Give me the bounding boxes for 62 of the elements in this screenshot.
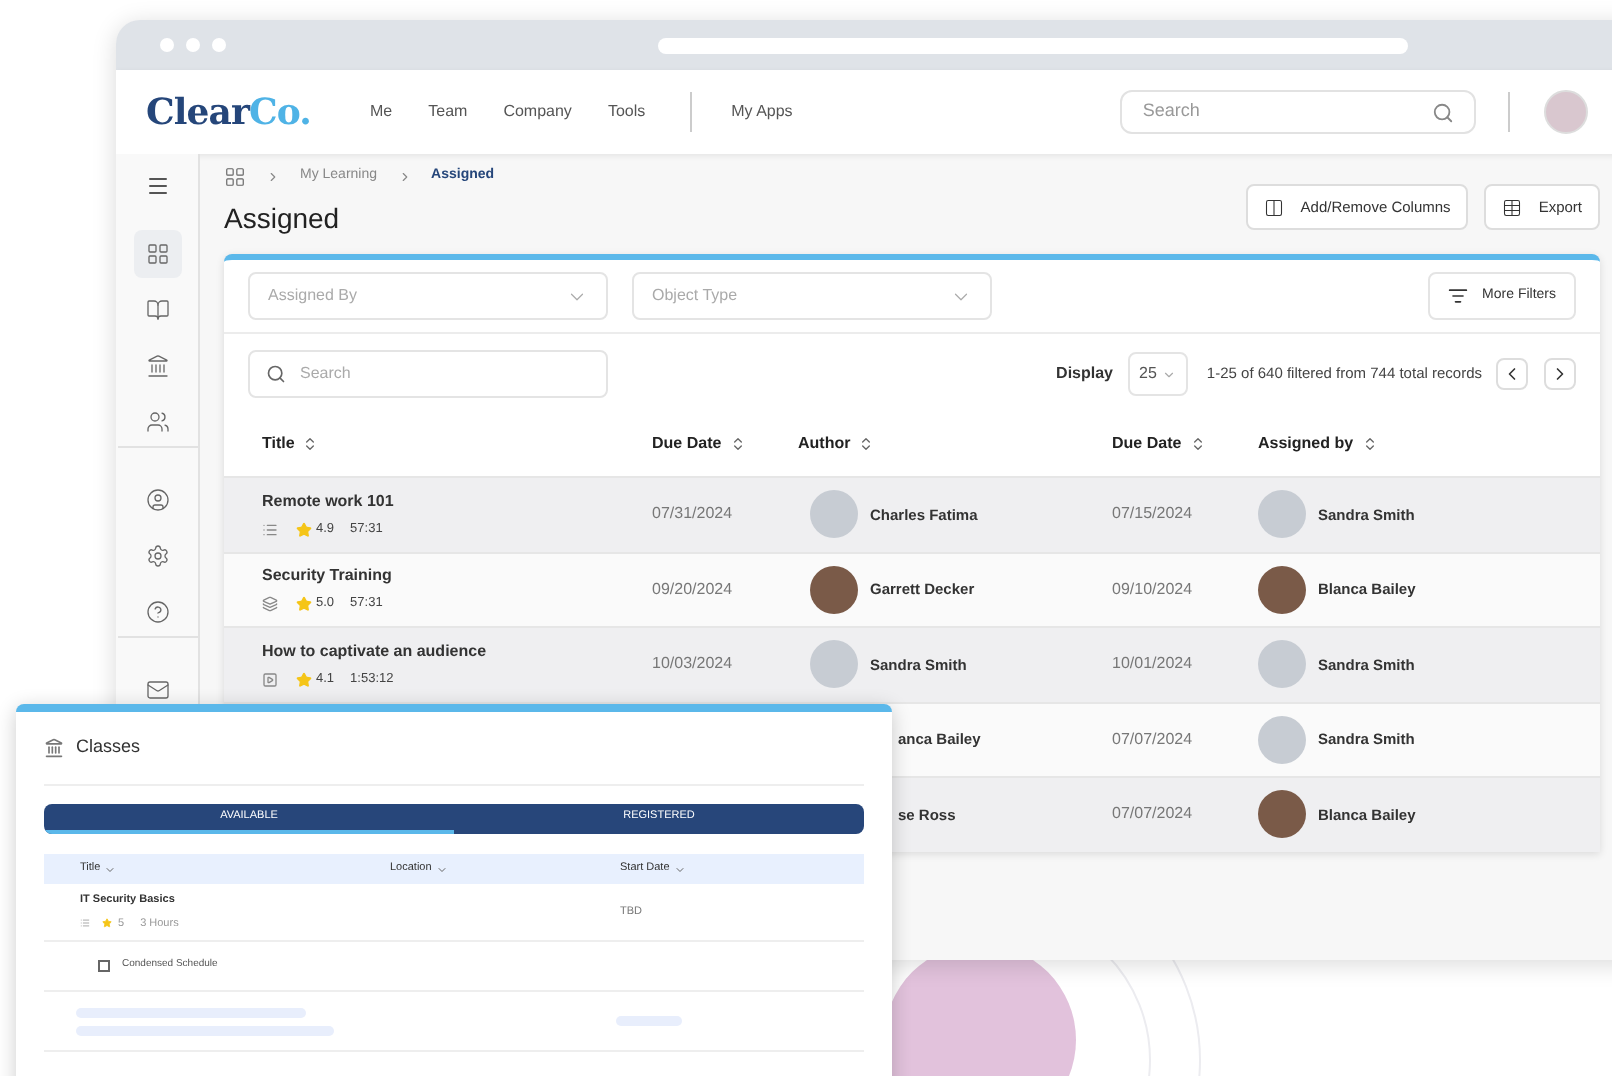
next-page-button[interactable]: [1544, 358, 1576, 390]
column-header[interactable]: Assigned by: [1258, 431, 1354, 455]
avatar: [1258, 715, 1306, 764]
nav-link[interactable]: My Apps: [731, 100, 793, 124]
star-icon: [296, 521, 312, 538]
avatar: [1258, 490, 1306, 539]
column-header[interactable]: Due Date: [652, 431, 722, 455]
column-header[interactable]: Title: [262, 431, 295, 455]
columns-icon: [1264, 197, 1285, 217]
star-icon: [102, 918, 112, 929]
sort-icon[interactable]: [1361, 435, 1378, 451]
grid-icon[interactable]: [133, 230, 181, 278]
panel-title: Classes: [76, 734, 141, 761]
nav-link[interactable]: Team: [428, 100, 468, 124]
sort-icon[interactable]: [302, 435, 319, 451]
star-icon: [296, 596, 312, 613]
search-icon: [266, 364, 286, 384]
chevron-icon: [266, 170, 280, 184]
avatar: [1258, 640, 1306, 689]
nav-link[interactable]: Me: [370, 100, 393, 124]
prev-page-button[interactable]: [1496, 358, 1528, 390]
due-date: 10/03/2024: [652, 652, 735, 677]
search-icon[interactable]: [1432, 101, 1455, 123]
display-label: Display: [1056, 362, 1114, 386]
column-header[interactable]: Author: [798, 431, 851, 455]
page-size-select[interactable]: 25: [1127, 352, 1189, 396]
course-title[interactable]: Security Training: [262, 564, 652, 589]
sort-icon[interactable]: [729, 435, 746, 451]
filter-icon: [1448, 286, 1469, 306]
avatar: [1258, 565, 1306, 614]
sort-icon[interactable]: [858, 435, 875, 451]
assigned-date: 09/10/2024: [1112, 577, 1195, 602]
avatar: [810, 640, 858, 689]
sort-icon[interactable]: [1189, 435, 1206, 451]
star-icon: [296, 671, 312, 688]
column-header[interactable]: Due Date: [1112, 431, 1182, 455]
play-icon: [262, 671, 278, 688]
list-icon: [262, 521, 278, 538]
avatar: [1258, 790, 1306, 839]
grid-icon[interactable]: [224, 166, 246, 188]
course-title[interactable]: Remote work 101: [262, 489, 652, 514]
table-icon: [1502, 197, 1523, 217]
assigned-date: 07/15/2024: [1112, 502, 1195, 527]
assigned-date: 07/07/2024: [1112, 802, 1195, 827]
assigned-date: 10/01/2024: [1112, 652, 1195, 677]
chevron-down-icon: [1162, 367, 1177, 381]
avatar: [810, 490, 858, 539]
layers-icon: [262, 596, 278, 613]
list-icon: [80, 918, 90, 929]
checkbox[interactable]: [98, 960, 110, 972]
avatar: [810, 565, 858, 614]
chevron-icon: [397, 170, 412, 184]
menu-icon[interactable]: [145, 174, 169, 198]
course-title[interactable]: How to captivate an audience: [262, 639, 652, 664]
nav-link[interactable]: Company: [503, 100, 572, 124]
page-title: Assigned: [224, 200, 340, 238]
logo[interactable]: ClearCo.: [146, 85, 370, 139]
due-date: 07/31/2024: [652, 502, 735, 527]
nav-link[interactable]: Tools: [607, 100, 646, 124]
assigned-date: 07/07/2024: [1112, 727, 1195, 752]
bank-icon: [44, 738, 64, 758]
due-date: 09/20/2024: [652, 577, 735, 602]
